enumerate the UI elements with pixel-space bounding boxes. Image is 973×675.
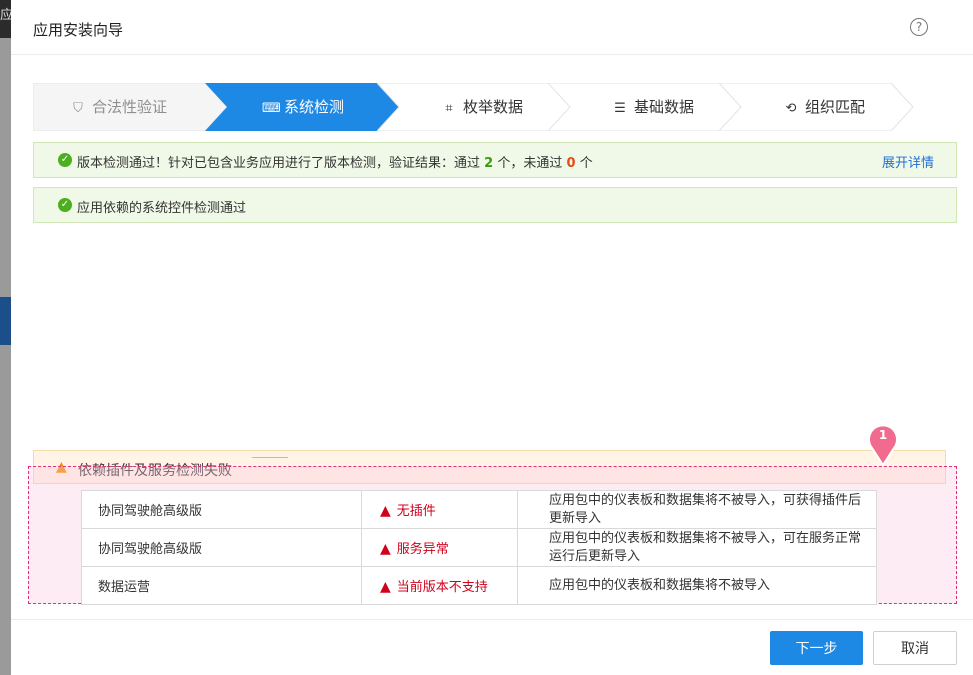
version-check-alert: ✓ 版本检测通过！针对已包含业务应用进行了版本检测，验证结果：通过 2 个，未通… (33, 142, 957, 178)
dialog-footer: 下一步 取消 (11, 619, 973, 675)
install-wizard-dialog: 应用安装向导 ? ⛉ 合法性验证 ⌨ 系统检测 ⌗ 枚举数据 ☰ 基础数据 ⟲ … (11, 0, 973, 675)
step-label: 组织匹配 (805, 98, 866, 116)
question-circle-icon[interactable]: ? (910, 18, 928, 36)
step-label: 基础数据 (634, 98, 695, 116)
dialog-header: 应用安装向导 ? (11, 0, 973, 55)
org-sync-icon: ⟲ (785, 101, 797, 116)
shield-check-icon: ⛉ (73, 101, 83, 116)
check-circle-icon: ✓ (58, 153, 72, 167)
status-cell: ▲ 服务异常 (361, 528, 518, 567)
monitor-check-icon: ⌨ (262, 101, 281, 116)
annotation-number: 1 (878, 428, 888, 442)
annotation-marker: 1 (867, 424, 899, 467)
step-label: 系统检测 (284, 98, 345, 116)
app-name-cell: 协同驾驶舱高级版 (81, 528, 362, 567)
step-enum-data: ⌗ 枚举数据 (377, 83, 572, 131)
warning-triangle-icon: ▲ (380, 579, 391, 595)
warning-triangle-icon: ▲ (380, 503, 391, 519)
cancel-button[interactable]: 取消 (873, 631, 957, 665)
expand-details-link[interactable]: 展开详情 (882, 152, 934, 171)
warning-triangle-icon: ▲ (380, 541, 391, 557)
fail-count: 0 (566, 156, 576, 171)
version-check-message: 版本检测通过！针对已包含业务应用进行了版本检测，验证结果：通过 2 个，未通过 … (77, 156, 593, 171)
description-cell: 应用包中的仪表板和数据集将不被导入，可在服务正常运行后更新导入 (517, 528, 877, 567)
app-name-cell: 协同驾驶舱高级版 (81, 490, 362, 529)
check-circle-icon: ✓ (58, 198, 72, 212)
table-row: 数据运营 ▲ 当前版本不支持 应用包中的仪表板和数据集将不被导入 (81, 566, 877, 605)
status-cell: ▲ 无插件 (361, 490, 518, 529)
background-window-strip: 应 (0, 0, 11, 675)
description-cell: 应用包中的仪表板和数据集将不被导入，可获得插件后更新导入 (517, 490, 877, 529)
divider (252, 457, 288, 458)
scan-icon: ⌗ (445, 101, 453, 116)
pass-count: 2 (484, 156, 494, 171)
step-basic-data: ☰ 基础数据 (548, 83, 743, 131)
controls-check-alert: ✓ 应用依赖的系统控件检测通过 (33, 187, 957, 223)
dialog-title: 应用安装向导 (33, 21, 124, 39)
dependency-table: 协同驾驶舱高级版 ▲ 无插件 应用包中的仪表板和数据集将不被导入，可获得插件后更新… (81, 490, 877, 605)
step-legality-check: ⛉ 合法性验证 (33, 83, 228, 131)
background-nav-fragment (0, 297, 11, 345)
app-name-cell: 数据运营 (81, 566, 362, 605)
background-title-fragment: 应 (0, 0, 11, 38)
wizard-steps: ⛉ 合法性验证 ⌨ 系统检测 ⌗ 枚举数据 ☰ 基础数据 ⟲ 组织匹配 (33, 83, 914, 131)
step-system-check: ⌨ 系统检测 (205, 83, 400, 131)
controls-check-message: 应用依赖的系统控件检测通过 (77, 201, 247, 216)
step-org-match: ⟲ 组织匹配 (719, 83, 914, 131)
status-cell: ▲ 当前版本不支持 (361, 566, 518, 605)
list-doc-icon: ☰ (614, 101, 626, 116)
step-label: 枚举数据 (463, 98, 524, 116)
step-label: 合法性验证 (92, 98, 168, 116)
table-row: 协同驾驶舱高级版 ▲ 无插件 应用包中的仪表板和数据集将不被导入，可获得插件后更新… (81, 490, 877, 529)
next-step-button[interactable]: 下一步 (770, 631, 863, 665)
table-row: 协同驾驶舱高级版 ▲ 服务异常 应用包中的仪表板和数据集将不被导入，可在服务正常运… (81, 528, 877, 567)
description-cell: 应用包中的仪表板和数据集将不被导入 (517, 566, 877, 605)
